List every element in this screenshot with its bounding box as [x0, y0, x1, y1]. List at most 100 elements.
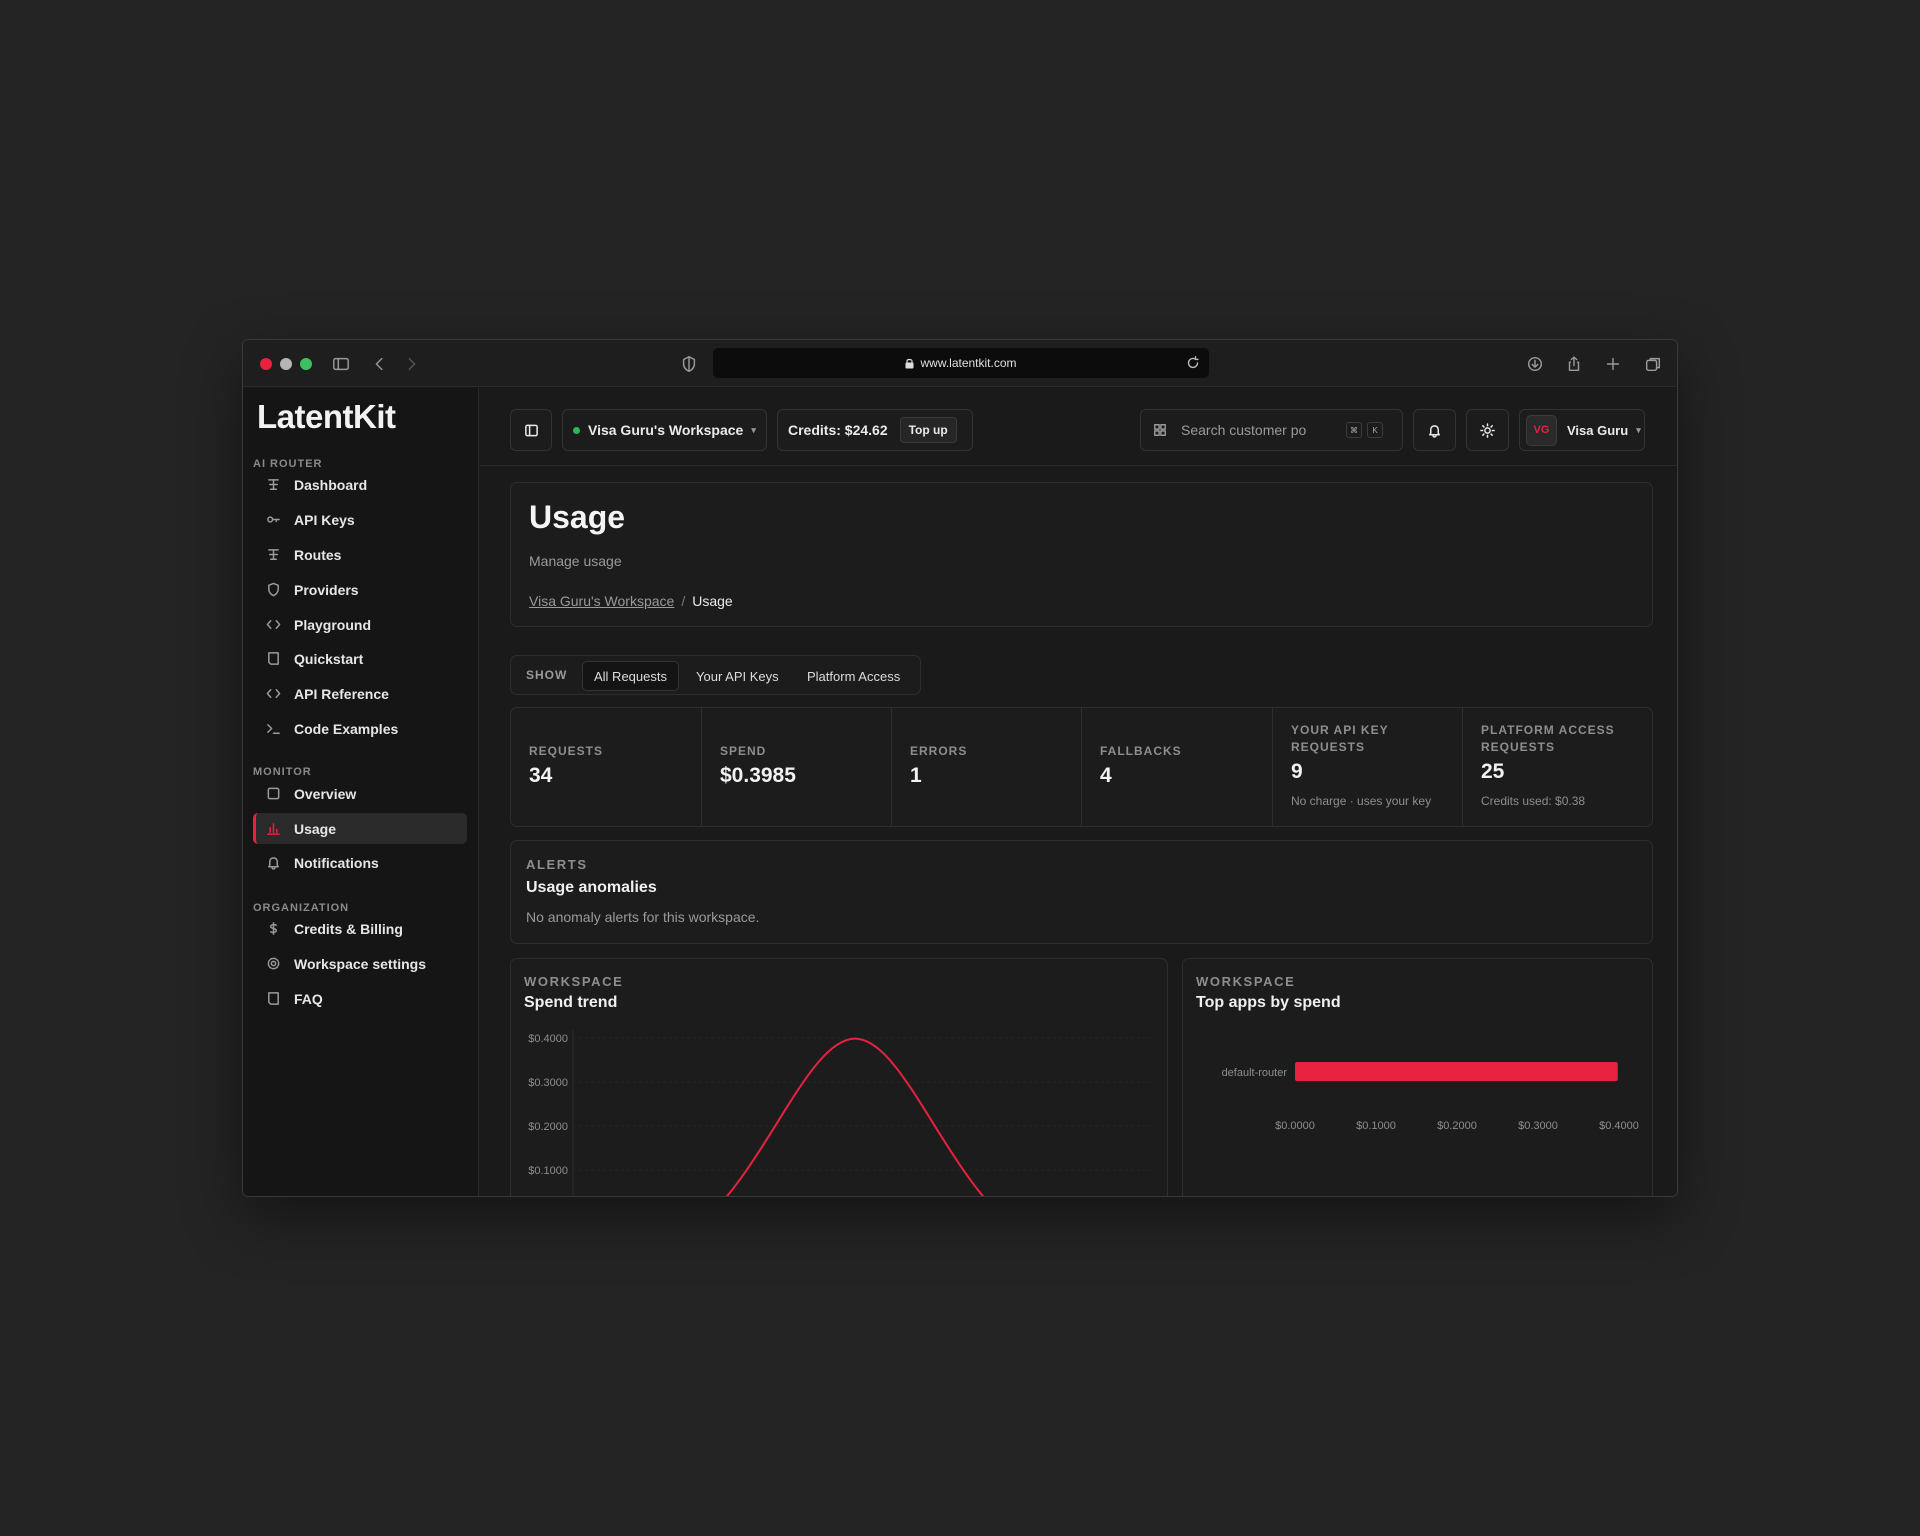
address-bar[interactable]: www.latentkit.com — [713, 348, 1209, 378]
sidebar-item-providers[interactable]: Providers — [253, 574, 467, 605]
sidebar-item-api-reference[interactable]: API Reference — [253, 678, 467, 709]
back-icon[interactable] — [368, 352, 392, 376]
user-menu[interactable]: VG Visa Guru ▾ — [1519, 409, 1645, 451]
key-icon — [265, 512, 281, 528]
collapse-sidebar-button[interactable] — [510, 409, 552, 451]
sidebar-item-label: Playground — [294, 616, 372, 633]
sidebar-item-notifications[interactable]: Notifications — [253, 847, 467, 878]
code-icon — [265, 686, 281, 702]
stat-value: 25 — [1481, 760, 1505, 783]
sidebar-item-dashboard[interactable]: Dashboard — [253, 469, 467, 500]
breadcrumb-workspace-link[interactable]: Visa Guru's Workspace — [529, 593, 674, 609]
minimize-window-button[interactable] — [280, 358, 292, 370]
x-tick-label: $0.1000 — [1356, 1120, 1396, 1132]
dollar-icon — [265, 921, 281, 937]
top-up-button[interactable]: Top up — [899, 417, 957, 443]
top-apps-card: WORKSPACE Top apps by spend default-rout… — [1182, 958, 1653, 1196]
y-tick-label: $0.4000 — [528, 1033, 568, 1045]
sidebar-item-quickstart[interactable]: Quickstart — [253, 643, 467, 674]
terminal-icon — [265, 721, 281, 737]
credits-panel: Credits: $24.62 Top up — [777, 409, 973, 451]
downloads-icon[interactable] — [1523, 352, 1547, 376]
workspace-selector[interactable]: Visa Guru's Workspace ▾ — [562, 409, 767, 451]
stat-label: REQUESTS — [529, 744, 604, 758]
browser-titlebar: www.latentkit.com — [243, 340, 1677, 387]
maximize-window-button[interactable] — [300, 358, 312, 370]
category-label: default-router — [1222, 1067, 1288, 1079]
tab-overview-icon[interactable] — [1641, 352, 1665, 376]
stat-label: ERRORS — [910, 744, 968, 758]
stat-value: $0.3985 — [720, 764, 796, 787]
route-icon — [265, 477, 281, 493]
breadcrumb-current: Usage — [692, 593, 733, 609]
notifications-button[interactable] — [1413, 409, 1456, 451]
search-placeholder: Search customer po — [1181, 422, 1307, 438]
sidebar-item-playground[interactable]: Playground — [253, 609, 467, 640]
shield-icon — [265, 582, 281, 598]
sidebar-item-label: API Reference — [294, 685, 389, 702]
sidebar-item-label: Providers — [294, 581, 359, 598]
lock-icon — [905, 358, 914, 368]
breadcrumb: Visa Guru's Workspace / Usage — [529, 593, 733, 609]
search-input[interactable]: Search customer po ⌘ K — [1140, 409, 1403, 451]
sidebar-item-api-keys[interactable]: API Keys — [253, 504, 467, 535]
sidebar-item-credits-billing[interactable]: Credits & Billing — [253, 913, 467, 944]
share-icon[interactable] — [1562, 352, 1586, 376]
sidebar-item-faq[interactable]: FAQ — [253, 983, 467, 1014]
sidebar-item-routes[interactable]: Routes — [253, 539, 467, 570]
stat-value: 1 — [910, 764, 922, 787]
url-text: www.latentkit.com — [920, 356, 1017, 370]
app-logo[interactable]: LatentKit — [257, 398, 396, 436]
reload-icon[interactable] — [1185, 355, 1201, 371]
bell-icon — [1429, 424, 1440, 438]
sidebar-item-code-examples[interactable]: Code Examples — [253, 713, 467, 744]
avatar: VG — [1526, 414, 1557, 446]
workspace-name: Visa Guru's Workspace — [588, 422, 744, 438]
privacy-shield-icon[interactable] — [677, 352, 701, 376]
tab-all-requests[interactable]: All Requests — [582, 661, 679, 691]
stat-api-key-requests: YOUR API KEY REQUESTS 9 No charge · uses… — [1273, 708, 1463, 826]
page-subtitle: Manage usage — [529, 553, 622, 569]
sidebar-item-label: Routes — [294, 546, 342, 563]
sun-icon — [1480, 422, 1495, 438]
filter-label: SHOW — [526, 668, 568, 682]
command-key-hint: ⌘ — [1346, 422, 1362, 438]
stat-fallbacks: FALLBACKS 4 — [1082, 708, 1273, 826]
y-tick-label: $0.3000 — [528, 1077, 568, 1089]
k-key-hint: K — [1367, 422, 1383, 438]
spend-trend-card: WORKSPACE Spend trend $0.4000 $0.3000 $0.2… — [510, 958, 1168, 1196]
stat-value: 9 — [1291, 760, 1303, 783]
bar-chart-icon — [265, 821, 281, 837]
tab-platform-access[interactable]: Platform Access — [796, 661, 911, 691]
gear-icon — [265, 956, 281, 972]
panel-icon — [524, 424, 538, 436]
section-label-monitor: MONITOR — [253, 766, 312, 778]
alerts-title: Usage anomalies — [526, 879, 657, 896]
sidebar-item-overview[interactable]: Overview — [253, 778, 467, 809]
forward-icon[interactable] — [399, 352, 423, 376]
x-tick-label: $0.0000 — [1275, 1120, 1315, 1132]
stat-label: PLATFORM ACCESS REQUESTS — [1481, 723, 1615, 754]
sidebar-item-label: Credits & Billing — [294, 920, 403, 937]
usage-stats: REQUESTS 34 SPEND $0.3985 ERRORS 1 FALLB… — [510, 707, 1653, 827]
close-window-button[interactable] — [260, 358, 272, 370]
sidebar-item-label: FAQ — [294, 990, 323, 1007]
new-tab-icon[interactable] — [1601, 352, 1625, 376]
theme-toggle-button[interactable] — [1466, 409, 1509, 451]
sidebar: LatentKit AI ROUTER Dashboard API Keys R… — [243, 388, 479, 1196]
square-icon — [265, 786, 281, 802]
request-filter: SHOW All Requests Your API Keys Platform… — [510, 655, 921, 695]
page-title: Usage — [529, 499, 626, 535]
chevron-down-icon: ▾ — [1636, 424, 1641, 435]
y-tick-label: $0.1000 — [528, 1165, 568, 1177]
tab-your-api-keys[interactable]: Your API Keys — [685, 661, 790, 691]
main-content: Visa Guru's Workspace ▾ Credits: $24.62 … — [480, 388, 1677, 1196]
sidebar-item-usage[interactable]: Usage — [253, 813, 467, 844]
sidebar-item-label: Usage — [294, 820, 337, 837]
stat-spend: SPEND $0.3985 — [702, 708, 892, 826]
sidebar-item-workspace-settings[interactable]: Workspace settings — [253, 948, 467, 979]
sidebar-item-label: Dashboard — [294, 476, 368, 493]
status-dot — [573, 426, 580, 434]
browser-window: www.latentkit.com LatentKit AI ROUTER Da… — [242, 339, 1678, 1197]
sidebar-toggle-icon[interactable] — [329, 352, 353, 376]
